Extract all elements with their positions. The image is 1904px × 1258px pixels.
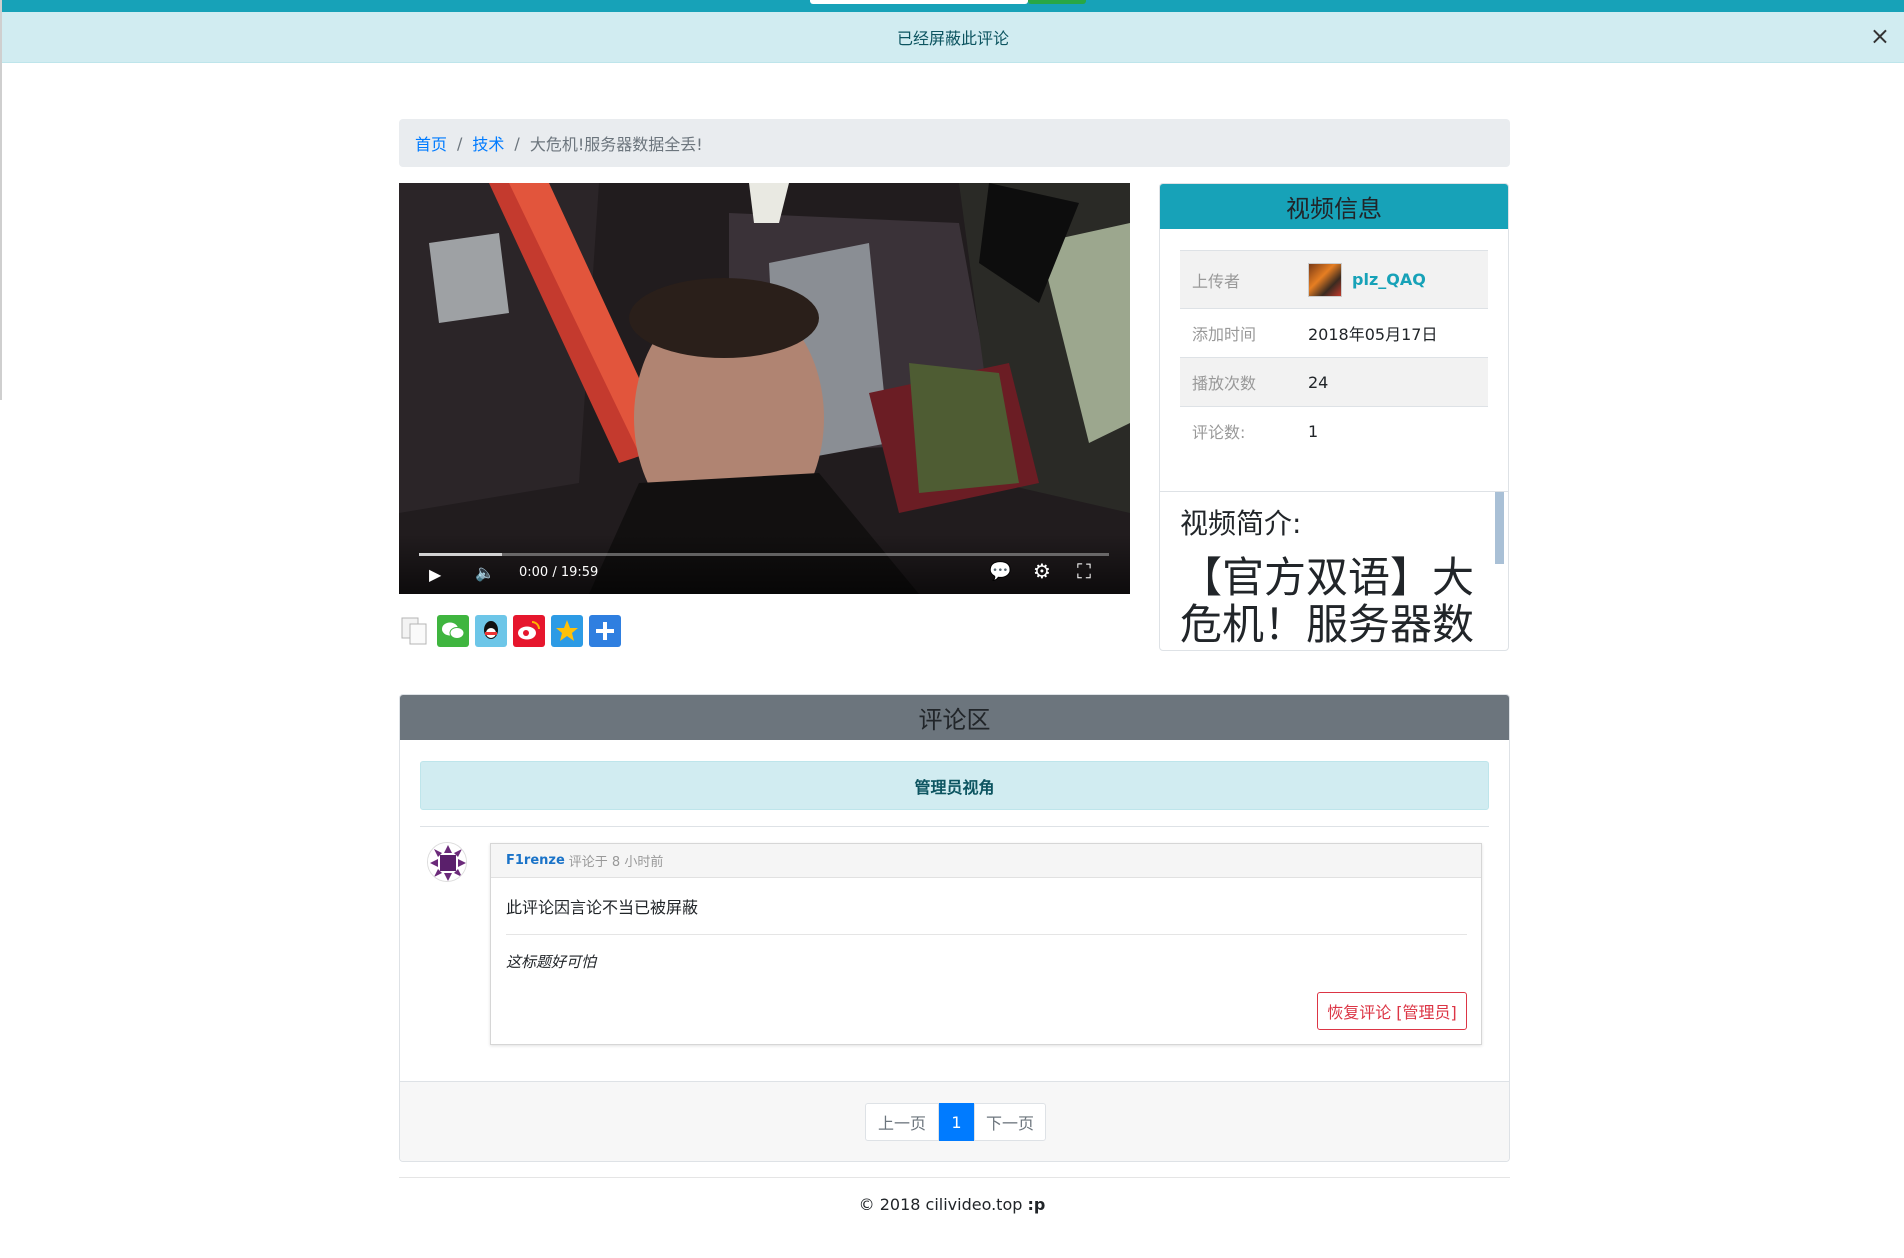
play-icon[interactable]: ▶ bbox=[429, 565, 441, 584]
weibo-icon[interactable] bbox=[513, 615, 545, 647]
page-footer: © 2018 cilivideo.top :p bbox=[0, 1195, 1904, 1214]
info-value: 24 bbox=[1308, 372, 1329, 392]
description-label: 视频简介: bbox=[1180, 507, 1302, 540]
description-text: 【官方双语】大危机！服务器数 bbox=[1180, 553, 1475, 649]
qzone-star-icon[interactable] bbox=[551, 615, 583, 647]
comments-card: 评论区 管理员视角 F1renze 评论于 8 小时前 此评论因言论不当已被屏蔽… bbox=[399, 694, 1510, 1162]
top-navbar bbox=[0, 0, 1904, 12]
volume-icon[interactable]: 🔈 bbox=[475, 563, 495, 582]
video-frame bbox=[399, 183, 1130, 594]
comments-title: 评论区 bbox=[400, 695, 1509, 740]
breadcrumb-home-link[interactable]: 首页 bbox=[415, 131, 447, 155]
info-key: 播放次数 bbox=[1192, 374, 1257, 393]
prev-page-button[interactable]: 上一页 bbox=[865, 1103, 939, 1141]
video-info-card: 视频信息 上传者 plz_QAQ 添加时间 2018年05月17日 播放次数 2… bbox=[1159, 183, 1509, 651]
video-info-table: 上传者 plz_QAQ 添加时间 2018年05月17日 播放次数 24 评论数… bbox=[1180, 250, 1488, 456]
breadcrumb-current: 大危机!服务器数据全丢! bbox=[529, 135, 703, 154]
info-value: plz_QAQ bbox=[1308, 251, 1488, 309]
divider bbox=[506, 934, 1467, 935]
info-value: 1 bbox=[1308, 421, 1319, 441]
current-page-button[interactable]: 1 bbox=[939, 1103, 974, 1141]
close-icon[interactable]: × bbox=[1870, 24, 1890, 48]
time-display: 0:00 / 19:59 bbox=[519, 565, 599, 580]
info-key: 上传者 bbox=[1192, 271, 1241, 291]
qq-icon[interactable] bbox=[475, 615, 507, 647]
breadcrumb-separator: / bbox=[514, 133, 520, 153]
fullscreen-icon[interactable]: ⛶ bbox=[1077, 559, 1091, 583]
pagination: 上一页 1 下一页 bbox=[865, 1103, 1046, 1141]
breadcrumb-separator: / bbox=[457, 133, 463, 153]
player-controls bbox=[399, 534, 1130, 594]
divider bbox=[399, 1177, 1510, 1178]
breadcrumb-category-link[interactable]: 技术 bbox=[472, 131, 504, 155]
copy-link-icon[interactable] bbox=[399, 615, 431, 647]
search-input[interactable] bbox=[810, 0, 1028, 4]
uploader-name[interactable]: plz_QAQ bbox=[1352, 270, 1426, 289]
video-info-title: 视频信息 bbox=[1160, 184, 1508, 229]
comment-body: 此评论因言论不当已被屏蔽 bbox=[506, 898, 699, 917]
settings-gear-icon[interactable]: ⚙ bbox=[1033, 559, 1051, 583]
search-button[interactable] bbox=[1028, 0, 1086, 4]
comment-meta: 评论于 8 小时前 bbox=[568, 855, 664, 870]
info-row-comments: 评论数: 1 bbox=[1180, 406, 1488, 456]
wechat-icon[interactable] bbox=[437, 615, 469, 647]
progress-buffer bbox=[419, 553, 502, 556]
footer-text: © 2018 cilivideo.top bbox=[858, 1195, 1023, 1214]
avatar[interactable] bbox=[427, 842, 467, 882]
restore-comment-button[interactable]: 恢复评论 [管理员] bbox=[1317, 992, 1467, 1030]
notice-text: 已经屏蔽此评论 bbox=[896, 29, 1009, 48]
video-player[interactable]: ▶ 🔈 0:00 / 19:59 💬 ⚙ ⛶ bbox=[399, 183, 1130, 594]
comment-item: F1renze 评论于 8 小时前 此评论因言论不当已被屏蔽 这标题好可怕 恢复… bbox=[490, 843, 1482, 1045]
breadcrumb: 首页 / 技术 / 大危机!服务器数据全丢! bbox=[399, 119, 1510, 167]
comment-username[interactable]: F1renze bbox=[506, 853, 565, 868]
info-row-views: 播放次数 24 bbox=[1180, 357, 1488, 407]
description-scrollbar[interactable] bbox=[1495, 492, 1504, 564]
comment-header: F1renze 评论于 8 小时前 bbox=[491, 844, 1481, 878]
divider bbox=[420, 826, 1489, 827]
uploader-link[interactable]: plz_QAQ bbox=[1308, 262, 1488, 297]
video-description[interactable]: 视频简介: 【官方双语】大危机！服务器数 bbox=[1160, 491, 1508, 650]
footer-suffix: :p bbox=[1027, 1195, 1046, 1214]
next-page-button[interactable]: 下一页 bbox=[974, 1103, 1046, 1141]
info-value: 2018年05月17日 bbox=[1308, 325, 1438, 344]
admin-view-alert: 管理员视角 bbox=[420, 761, 1489, 810]
avatar bbox=[1308, 262, 1342, 297]
more-share-icon[interactable] bbox=[589, 615, 621, 647]
notice-alert: 已经屏蔽此评论 × bbox=[2, 12, 1904, 63]
share-bar bbox=[399, 615, 624, 647]
info-row-uploader: 上传者 plz_QAQ bbox=[1180, 250, 1488, 309]
info-key: 添加时间 bbox=[1192, 325, 1257, 344]
comment-original-text: 这标题好可怕 bbox=[506, 953, 597, 971]
info-key: 评论数: bbox=[1192, 423, 1246, 443]
subtitles-icon[interactable]: 💬 bbox=[989, 561, 1011, 582]
info-row-date: 添加时间 2018年05月17日 bbox=[1180, 308, 1488, 358]
progress-bar[interactable] bbox=[419, 553, 1109, 556]
